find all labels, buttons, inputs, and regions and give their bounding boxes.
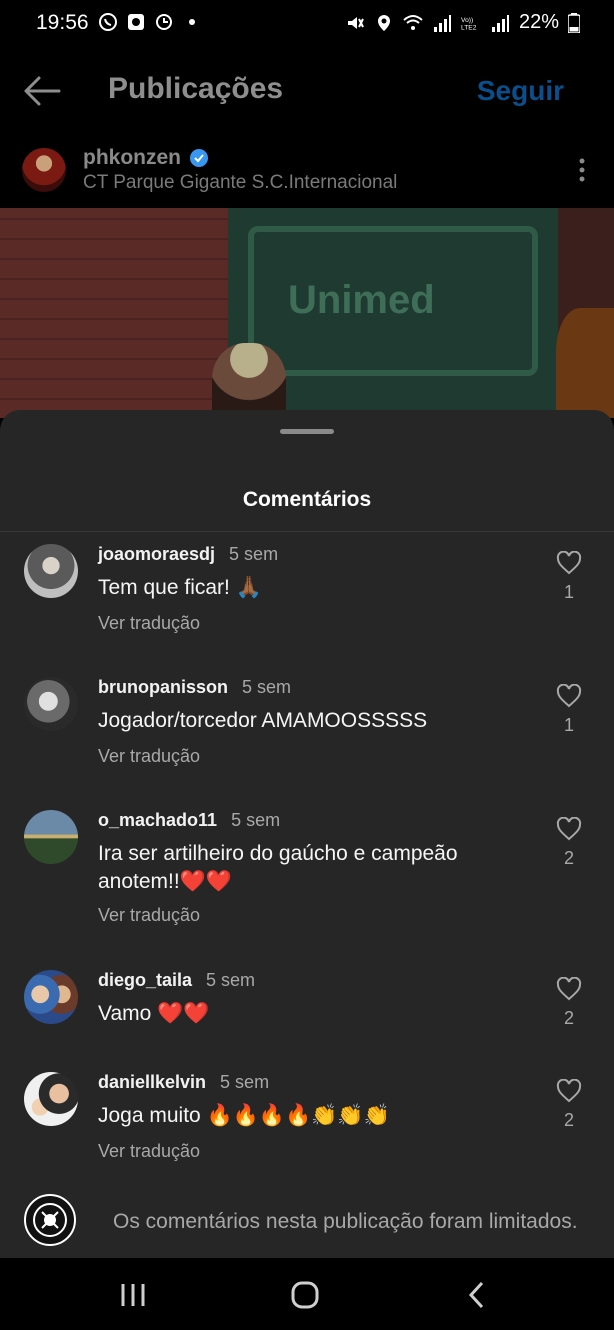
comment-username[interactable]: diego_taila (98, 970, 192, 991)
follow-button[interactable]: Seguir (477, 75, 564, 107)
post-image[interactable]: Unimed (0, 208, 614, 418)
whatsapp-icon (99, 13, 117, 31)
battery-percent: 22% (518, 11, 559, 33)
like-count: 1 (563, 582, 574, 602)
see-translation-link[interactable]: Ver tradução (98, 746, 200, 767)
status-bar: 19:56 Vo)) LTE2 22% (0, 0, 614, 48)
comment-avatar[interactable] (24, 677, 78, 731)
comment-username[interactable]: brunopanisson (98, 677, 228, 698)
see-translation-link[interactable]: Ver tradução (98, 905, 200, 926)
current-user-avatar (24, 1194, 76, 1246)
comment-time: 5 sem (231, 810, 281, 830)
svg-text:LTE2: LTE2 (461, 24, 477, 31)
image-brick-wall (0, 208, 230, 418)
comment-time: 5 sem (242, 677, 292, 697)
like-count: 1 (563, 715, 574, 735)
page-title: Publicações (108, 72, 284, 105)
club-crest-icon (33, 1203, 67, 1237)
wifi-icon (403, 14, 423, 30)
post-username[interactable]: phkonzen (83, 146, 181, 170)
app-notification-icon (128, 14, 144, 30)
heart-icon[interactable] (556, 551, 582, 575)
comment-avatar[interactable] (24, 810, 78, 864)
post-author-row: phkonzen (83, 146, 209, 170)
comment-header: diego_taila 5 sem (98, 970, 255, 991)
system-nav-bar (0, 1258, 614, 1330)
heart-icon[interactable] (556, 817, 582, 841)
volte-icon: Vo))LTE2 (461, 17, 477, 32)
location-icon (377, 14, 390, 31)
comment-text: Ira ser artilheiro do gaúcho e campeão a… (98, 842, 458, 893)
comments-sheet: Comentários joaomoraesdj 5 sem Tem que f… (0, 410, 614, 1258)
comment-header: o_machado11 5 sem (98, 810, 280, 831)
see-translation-link[interactable]: Ver tradução (98, 613, 200, 634)
heart-icon[interactable] (556, 1079, 582, 1103)
comment-time: 5 sem (229, 544, 279, 564)
back-nav-icon[interactable] (462, 1280, 492, 1310)
sheet-drag-handle[interactable] (280, 429, 334, 434)
comment-username[interactable]: joaomoraesdj (98, 544, 215, 565)
comment-text: Joga muito 🔥🔥🔥🔥👏👏👏 (98, 1104, 390, 1127)
comment-header: brunopanisson 5 sem (98, 677, 291, 698)
like-count: 2 (563, 1008, 574, 1028)
battery-icon (568, 12, 580, 33)
comment-time: 5 sem (220, 1072, 270, 1092)
comment-avatar[interactable] (24, 1072, 78, 1126)
home-icon[interactable] (290, 1280, 320, 1310)
more-options-icon[interactable] (574, 156, 590, 184)
signal-icon-2 (491, 14, 509, 32)
see-translation-link[interactable]: Ver tradução (98, 1141, 200, 1162)
post-header: phkonzen CT Parque Gigante S.C.Internaci… (0, 138, 614, 208)
comment-avatar[interactable] (24, 970, 78, 1024)
comment-text: Tem que ficar! 🙏🏾 (98, 576, 262, 599)
post-author-avatar[interactable] (22, 148, 66, 192)
heart-icon[interactable] (556, 684, 582, 708)
mute-icon (347, 16, 364, 29)
comment-username[interactable]: daniellkelvin (98, 1072, 206, 1093)
signal-icon (433, 14, 451, 32)
comment-text: Vamo ❤️❤️ (98, 1002, 210, 1025)
sheet-title: Comentários (242, 488, 372, 511)
image-sign-text: Unimed (288, 278, 435, 322)
status-time: 19:56 (36, 11, 89, 34)
notification-icons (98, 12, 202, 32)
svg-text:Vo)): Vo)) (461, 17, 473, 24)
comment-username[interactable]: o_machado11 (98, 810, 217, 831)
comment-header: joaomoraesdj 5 sem (98, 544, 278, 565)
post-location[interactable]: CT Parque Gigante S.C.Internacional (83, 172, 397, 194)
recent-apps-icon[interactable] (118, 1280, 148, 1310)
comment-header: daniellkelvin 5 sem (98, 1072, 269, 1093)
like-count: 2 (563, 1110, 574, 1130)
limited-comments-text: Os comentários nesta publicação foram li… (113, 1210, 578, 1233)
sync-icon (156, 14, 172, 30)
sheet-divider (0, 531, 614, 532)
comment-avatar[interactable] (24, 544, 78, 598)
comment-text: Jogador/torcedor AMAMOOSSSSS (98, 709, 428, 732)
system-status: Vo)) LTE2 22% (345, 11, 580, 34)
limited-comments-notice: Os comentários nesta publicação foram li… (0, 1190, 614, 1250)
top-app-bar: Publicações Seguir (0, 48, 614, 138)
dot-icon (189, 19, 195, 25)
comment-time: 5 sem (206, 970, 256, 990)
heart-icon[interactable] (556, 977, 582, 1001)
verified-badge-icon (190, 149, 208, 167)
like-count: 2 (563, 848, 574, 868)
image-background-person (556, 308, 614, 418)
image-player (212, 343, 286, 418)
back-arrow-icon[interactable] (22, 74, 62, 108)
